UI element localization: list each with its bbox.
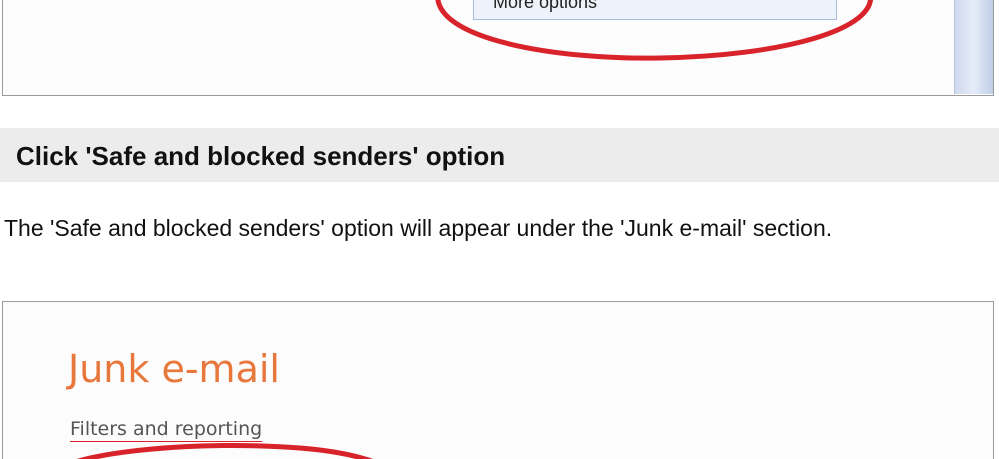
tutorial-page: More options Click 'Safe and blocked sen… bbox=[0, 0, 999, 459]
junk-email-heading: Junk e-mail bbox=[68, 347, 280, 391]
section-title: Click 'Safe and blocked senders' option bbox=[16, 141, 506, 171]
scrollbar[interactable] bbox=[954, 0, 993, 94]
filters-and-reporting-label: Filters and reporting bbox=[70, 418, 263, 440]
section-description: The 'Safe and blocked senders' option wi… bbox=[4, 215, 833, 241]
more-options-label: More options bbox=[493, 0, 598, 12]
